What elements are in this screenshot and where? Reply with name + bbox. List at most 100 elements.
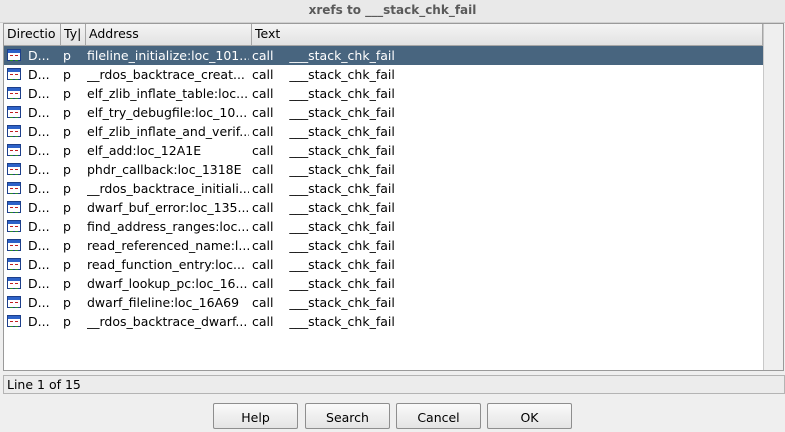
cell-text: call ___stack_chk_fail — [252, 105, 395, 120]
xref-icon — [7, 201, 21, 213]
cell-address: elf_zlib_inflate_table:loc... — [87, 86, 249, 101]
cell-type: p — [63, 276, 71, 291]
cell-direction: D... — [28, 181, 50, 196]
table-row[interactable]: D... p elf_zlib_inflate_table:loc... call _… — [4, 84, 763, 103]
xref-icon — [7, 125, 21, 137]
cell-type: p — [63, 219, 71, 234]
search-button[interactable]: Search — [305, 403, 390, 429]
cell-type: p — [63, 295, 71, 310]
xref-icon — [7, 49, 21, 61]
cell-direction: D... — [28, 257, 50, 272]
cell-direction: D... — [28, 276, 50, 291]
status-bar: Line 1 of 15 — [3, 375, 785, 394]
table-row[interactable]: D... p fileline_initialize:loc_101... call … — [4, 46, 763, 65]
cell-address: elf_add:loc_12A1E — [87, 143, 202, 158]
table-row[interactable]: D... p read_referenced_name:l... call ___st… — [4, 236, 763, 255]
table-row[interactable]: D... p read_function_entry:loc... call ___s… — [4, 255, 763, 274]
cell-type: p — [63, 200, 71, 215]
xrefs-list[interactable]: Directio Ty| Address Text D... p fileline_… — [3, 23, 784, 371]
list-header: Directio Ty| Address Text — [4, 24, 763, 46]
help-button[interactable]: Help — [213, 403, 298, 429]
cell-type: p — [63, 124, 71, 139]
cancel-button[interactable]: Cancel — [396, 403, 481, 429]
cell-text: call ___stack_chk_fail — [252, 314, 395, 329]
xref-icon — [7, 296, 21, 308]
cell-type: p — [63, 105, 71, 120]
xref-icon — [7, 315, 21, 327]
cell-text: call ___stack_chk_fail — [252, 124, 395, 139]
cell-type: p — [63, 162, 71, 177]
cell-text: call ___stack_chk_fail — [252, 295, 395, 310]
cell-direction: D... — [28, 48, 50, 63]
cell-address: __rdos_backtrace_initiali... — [87, 181, 249, 196]
cell-direction: D... — [28, 143, 50, 158]
cell-address: fileline_initialize:loc_101... — [87, 48, 249, 63]
cell-type: p — [63, 143, 71, 158]
xref-icon — [7, 182, 21, 194]
xref-icon — [7, 277, 21, 289]
cell-text: call ___stack_chk_fail — [252, 257, 395, 272]
table-row[interactable]: D... p __rdos_backtrace_dwarf... call ___st… — [4, 312, 763, 331]
cell-address: dwarf_buf_error:loc_135... — [87, 200, 249, 215]
table-row[interactable]: D... p find_address_ranges:loc... call ___s… — [4, 217, 763, 236]
cell-address: dwarf_fileline:loc_16A69 — [87, 295, 240, 310]
cell-address: read_function_entry:loc... — [87, 257, 245, 272]
xref-icon — [7, 239, 21, 251]
cell-direction: D... — [28, 67, 50, 82]
column-header-text[interactable]: Text — [252, 24, 763, 45]
cell-address: dwarf_lookup_pc:loc_16... — [87, 276, 248, 291]
table-row[interactable]: D... p __rdos_backtrace_initiali... call __… — [4, 179, 763, 198]
cell-direction: D... — [28, 314, 50, 329]
window-title: xrefs to ___stack_chk_fail — [0, 0, 785, 23]
cell-text: call ___stack_chk_fail — [252, 219, 395, 234]
cell-address: __rdos_backtrace_creat... — [87, 67, 245, 82]
cell-type: p — [63, 181, 71, 196]
list-rows: D... p fileline_initialize:loc_101... call … — [4, 46, 763, 331]
cell-text: call ___stack_chk_fail — [252, 162, 395, 177]
cell-text: call ___stack_chk_fail — [252, 48, 395, 63]
cell-address: elf_zlib_inflate_and_verif... — [87, 124, 249, 139]
cell-direction: D... — [28, 86, 50, 101]
cell-direction: D... — [28, 295, 50, 310]
cell-type: p — [63, 314, 71, 329]
column-header-type[interactable]: Ty| — [61, 24, 86, 45]
cell-type: p — [63, 48, 71, 63]
cell-direction: D... — [28, 219, 50, 234]
table-row[interactable]: D... p __rdos_backtrace_creat... call ___st… — [4, 65, 763, 84]
xref-icon — [7, 87, 21, 99]
ok-button[interactable]: OK — [487, 403, 572, 429]
cell-direction: D... — [28, 200, 50, 215]
table-row[interactable]: D... p dwarf_buf_error:loc_135... call ___s… — [4, 198, 763, 217]
cell-text: call ___stack_chk_fail — [252, 276, 395, 291]
cell-address: phdr_callback:loc_1318E — [87, 162, 242, 177]
table-row[interactable]: D... p dwarf_fileline:loc_16A69 call ___sta… — [4, 293, 763, 312]
cell-address: elf_try_debugfile:loc_10... — [87, 105, 248, 120]
table-row[interactable]: D... p elf_zlib_inflate_and_verif... call _… — [4, 122, 763, 141]
cell-text: call ___stack_chk_fail — [252, 200, 395, 215]
cell-direction: D... — [28, 124, 50, 139]
cell-address: read_referenced_name:l... — [87, 238, 249, 253]
cell-address: __rdos_backtrace_dwarf... — [87, 314, 248, 329]
column-header-direction[interactable]: Directio — [4, 24, 61, 45]
table-row[interactable]: D... p elf_try_debugfile:loc_10... call ___… — [4, 103, 763, 122]
cell-type: p — [63, 257, 71, 272]
vertical-scrollbar[interactable] — [763, 24, 783, 370]
cell-text: call ___stack_chk_fail — [252, 181, 395, 196]
xref-icon — [7, 220, 21, 232]
cell-type: p — [63, 67, 71, 82]
table-row[interactable]: D... p phdr_callback:loc_1318E call ___stac… — [4, 160, 763, 179]
table-row[interactable]: D... p elf_add:loc_12A1E call ___stack_chk_… — [4, 141, 763, 160]
cell-text: call ___stack_chk_fail — [252, 143, 395, 158]
xref-icon — [7, 144, 21, 156]
column-header-address[interactable]: Address — [86, 24, 252, 45]
cell-type: p — [63, 238, 71, 253]
cell-text: call ___stack_chk_fail — [252, 67, 395, 82]
cell-direction: D... — [28, 105, 50, 120]
cell-direction: D... — [28, 238, 50, 253]
cell-direction: D... — [28, 162, 50, 177]
xref-icon — [7, 68, 21, 80]
cell-address: find_address_ranges:loc... — [87, 219, 249, 234]
table-row[interactable]: D... p dwarf_lookup_pc:loc_16... call ___st… — [4, 274, 763, 293]
cell-text: call ___stack_chk_fail — [252, 86, 395, 101]
xref-icon — [7, 163, 21, 175]
